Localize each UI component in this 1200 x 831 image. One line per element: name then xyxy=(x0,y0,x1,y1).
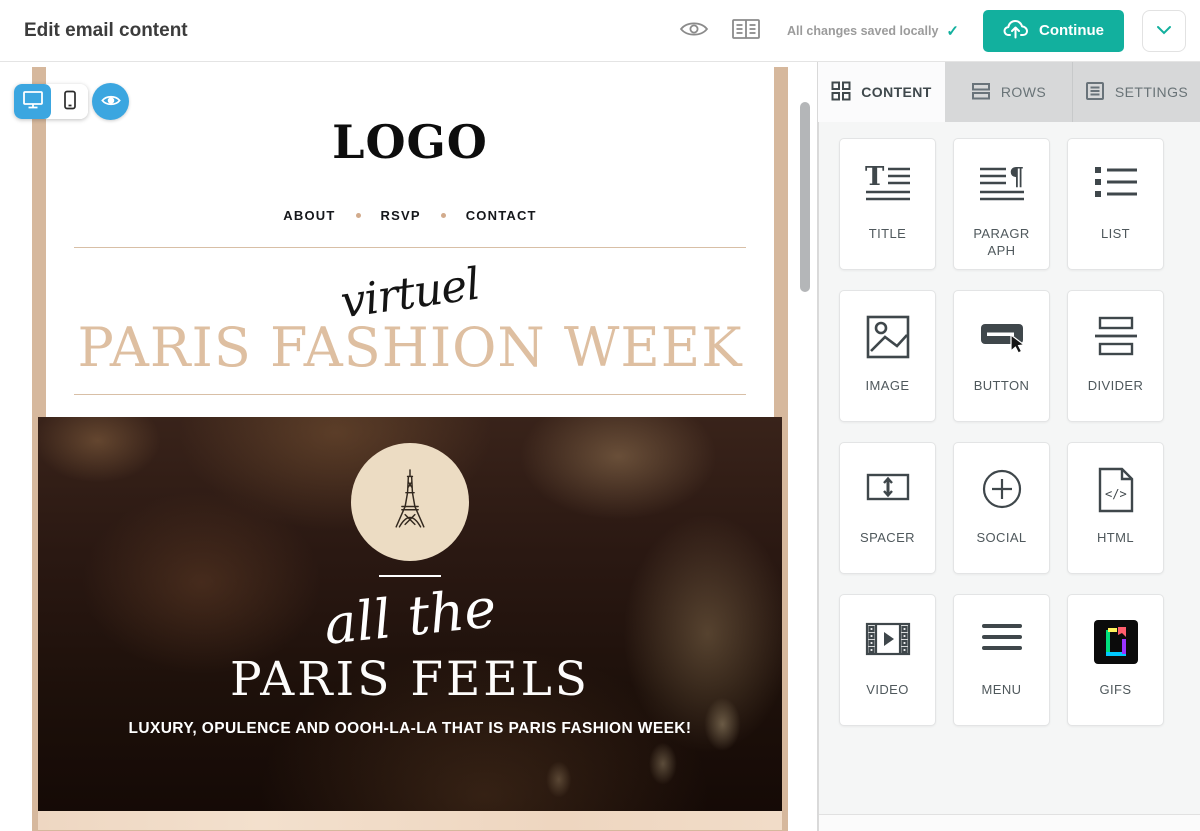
menu-icon xyxy=(980,619,1024,669)
tile-button[interactable]: BUTTON xyxy=(953,290,1050,422)
email-header-section[interactable]: LOGO ABOUT RSVP CONTACT virtuel PARIS FA… xyxy=(46,67,774,417)
topbar: Edit email content All changes saved xyxy=(0,0,1200,62)
email-hero-image-section[interactable]: all the PARIS FEELS LUXURY, OPULENCE AND… xyxy=(38,417,782,811)
eiffel-tower-icon xyxy=(384,465,436,540)
tile-gifs[interactable]: GIFS xyxy=(1067,594,1164,726)
nav-item-contact[interactable]: CONTACT xyxy=(466,208,537,223)
monitor-icon xyxy=(22,90,44,113)
tile-image-label: IMAGE xyxy=(866,378,910,395)
tile-divider-label: DIVIDER xyxy=(1088,378,1144,395)
button-icon xyxy=(978,315,1026,365)
content-panel: T TITLE ¶ PARAG xyxy=(818,122,1200,831)
rows-icon xyxy=(971,81,991,104)
tile-list[interactable]: LIST xyxy=(1067,138,1164,270)
svg-text:T: T xyxy=(865,163,885,192)
email-logo[interactable]: LOGO xyxy=(46,117,774,168)
tile-title-label: TITLE xyxy=(869,226,906,243)
nav-item-about[interactable]: ABOUT xyxy=(283,208,335,223)
svg-text:</>: </> xyxy=(1105,487,1127,501)
tile-paragraph[interactable]: ¶ PARAGRAPH xyxy=(953,138,1050,270)
tab-rows-label: ROWS xyxy=(1001,84,1046,100)
email-headline-block[interactable]: virtuel PARIS FASHION WEEK xyxy=(46,320,774,377)
tab-rows[interactable]: ROWS xyxy=(945,62,1072,122)
email-divider xyxy=(74,394,746,395)
divider-icon xyxy=(1093,315,1139,365)
video-icon xyxy=(864,619,912,669)
spacer-icon xyxy=(865,467,911,517)
next-image-row-peek[interactable] xyxy=(38,811,782,830)
email-nav-menu[interactable]: ABOUT RSVP CONTACT xyxy=(46,208,774,223)
tile-menu-label: MENU xyxy=(982,682,1022,699)
preview-fab-button[interactable] xyxy=(92,83,129,120)
image-icon xyxy=(866,315,910,365)
tile-gifs-label: GIFS xyxy=(1100,682,1132,699)
tile-html[interactable]: </> HTML xyxy=(1067,442,1164,574)
tile-title[interactable]: T TITLE xyxy=(839,138,936,270)
save-status: All changes saved locally ✓ xyxy=(787,22,959,40)
tab-content-label: CONTENT xyxy=(861,84,931,100)
save-status-text: All changes saved locally xyxy=(787,24,938,38)
tile-social-label: SOCIAL xyxy=(976,530,1026,547)
continue-label: Continue xyxy=(1039,22,1104,39)
open-book-icon xyxy=(731,17,761,44)
tile-paragraph-label: PARAGRAPH xyxy=(973,226,1031,260)
eiffel-tower-badge xyxy=(351,443,469,561)
check-icon: ✓ xyxy=(946,22,959,40)
tile-menu[interactable]: MENU xyxy=(953,594,1050,726)
headline-paris-fashion-week: PARIS FASHION WEEK xyxy=(46,320,774,377)
structure-preview-button[interactable] xyxy=(729,16,763,46)
tile-image[interactable]: IMAGE xyxy=(839,290,936,422)
sidebar-tabs: CONTENT ROWS SETTINGS xyxy=(818,62,1200,122)
tile-spacer[interactable]: SPACER xyxy=(839,442,936,574)
hero-script-text: all the xyxy=(321,578,499,655)
phone-icon xyxy=(63,90,77,113)
tile-divider[interactable]: DIVIDER xyxy=(1067,290,1164,422)
mobile-toggle-button[interactable] xyxy=(51,84,88,119)
tile-html-label: HTML xyxy=(1097,530,1134,547)
continue-button[interactable]: Continue xyxy=(983,10,1124,52)
tile-spacer-label: SPACER xyxy=(860,530,915,547)
email-canvas: LOGO ABOUT RSVP CONTACT virtuel PARIS FA… xyxy=(0,62,818,831)
email-divider xyxy=(74,247,746,248)
cloud-upload-icon xyxy=(1003,18,1029,44)
tab-settings[interactable]: SETTINGS xyxy=(1072,62,1200,122)
nav-dot-icon xyxy=(356,213,361,218)
nav-item-rsvp[interactable]: RSVP xyxy=(381,208,421,223)
hero-divider-line xyxy=(379,575,441,577)
preview-button[interactable] xyxy=(677,16,711,46)
gifs-icon xyxy=(1093,619,1139,669)
grid-icon xyxy=(831,81,851,104)
tile-social[interactable]: SOCIAL xyxy=(953,442,1050,574)
tile-button-label: BUTTON xyxy=(974,378,1030,395)
paragraph-icon: ¶ xyxy=(978,163,1026,213)
editor-sidebar: CONTENT ROWS SETTINGS xyxy=(818,62,1200,831)
svg-text:¶: ¶ xyxy=(1009,163,1024,191)
desktop-toggle-button[interactable] xyxy=(14,84,51,119)
chevron-down-icon xyxy=(1156,23,1172,38)
nav-dot-icon xyxy=(441,213,446,218)
eye-icon xyxy=(101,93,121,111)
hero-title-text: PARIS FEELS xyxy=(230,654,590,706)
tab-settings-label: SETTINGS xyxy=(1115,84,1188,100)
tile-video-label: VIDEO xyxy=(866,682,908,699)
list-icon xyxy=(1093,163,1139,213)
social-icon xyxy=(980,467,1024,517)
eye-icon xyxy=(679,18,709,43)
page-title: Edit email content xyxy=(24,20,188,42)
panel-footer xyxy=(819,815,1200,831)
tab-content[interactable]: CONTENT xyxy=(818,62,945,122)
canvas-scrollbar[interactable] xyxy=(800,102,810,292)
tile-video[interactable]: VIDEO xyxy=(839,594,936,726)
tile-list-label: LIST xyxy=(1101,226,1130,243)
html-icon: </> xyxy=(1096,467,1136,517)
title-icon: T xyxy=(864,163,912,213)
settings-doc-icon xyxy=(1085,81,1105,104)
continue-dropdown-button[interactable] xyxy=(1142,10,1186,52)
hero-tagline-text: LUXURY, OPULENCE AND OOOH-LA-LA THAT IS … xyxy=(129,720,692,738)
device-preview-toggle xyxy=(14,84,88,119)
email-preview: LOGO ABOUT RSVP CONTACT virtuel PARIS FA… xyxy=(32,67,788,831)
content-tiles-grid: T TITLE ¶ PARAG xyxy=(819,122,1200,726)
